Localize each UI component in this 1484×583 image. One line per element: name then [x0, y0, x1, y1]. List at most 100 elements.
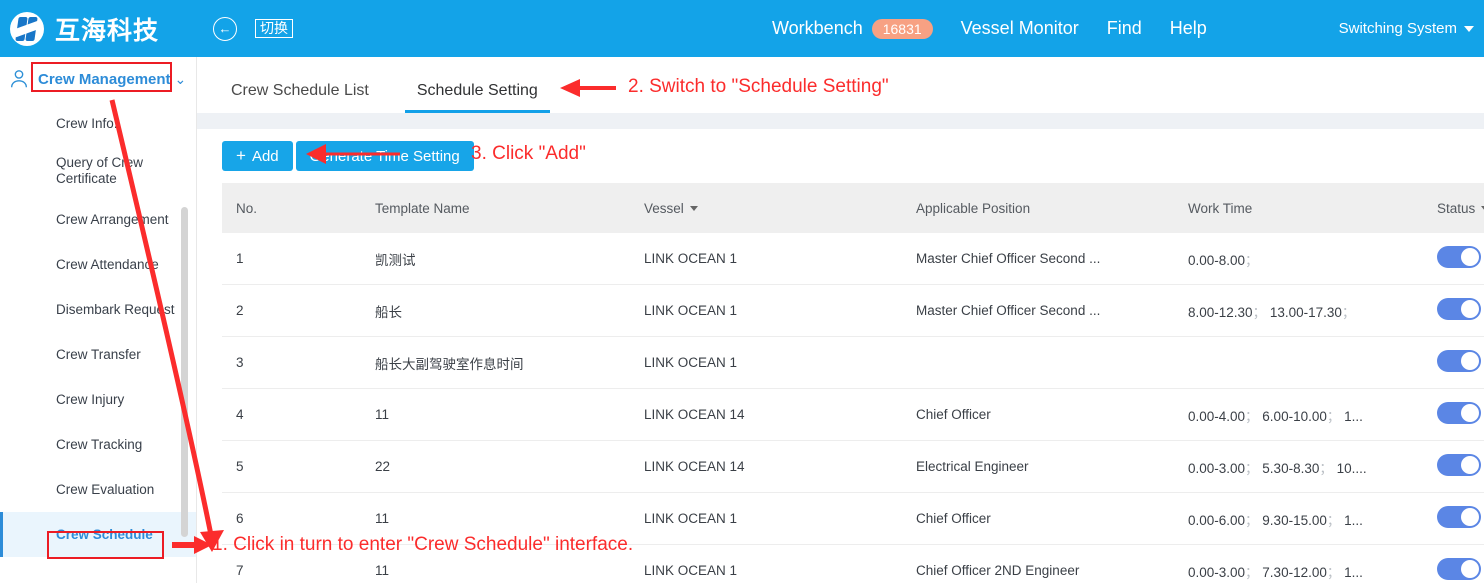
sidebar-item-crew-info[interactable]: Crew Info.	[0, 101, 196, 146]
table-row[interactable]: 1 凯测试 LINK OCEAN 1 Master Chief Officer Sec…	[222, 233, 1484, 285]
cell-no: 2	[222, 284, 361, 337]
back-arrow-icon[interactable]: ←	[213, 16, 238, 41]
cell-template-name: 11	[361, 492, 630, 545]
plus-icon: +	[236, 146, 246, 165]
tab-crew-schedule-list[interactable]: Crew Schedule List	[219, 82, 381, 113]
column-label: Vessel	[644, 200, 684, 216]
status-toggle[interactable]	[1437, 246, 1481, 268]
status-toggle[interactable]	[1437, 350, 1481, 372]
table-header: No. Template Name Vessel Applicable Posi…	[222, 183, 1484, 233]
add-button[interactable]: + Add	[222, 141, 293, 171]
schedule-setting-table: No. Template Name Vessel Applicable Posi…	[222, 183, 1484, 583]
column-header-work-time: Work Time	[1174, 183, 1423, 233]
cell-template-name: 船长大副驾驶室作息时间	[361, 336, 630, 389]
add-button-label: Add	[251, 147, 279, 165]
cell-vessel: LINK OCEAN 1	[630, 492, 902, 545]
sidebar-group-crew-management[interactable]: Crew Management ⌄	[0, 57, 196, 101]
cell-no: 1	[222, 233, 361, 285]
tab-bar: Crew Schedule List Schedule Setting	[197, 57, 1484, 113]
cell-status	[1423, 544, 1484, 583]
workbench-count-badge: 16831	[871, 18, 933, 39]
cell-template-name: 11	[361, 388, 630, 441]
main-content: Crew Schedule List Schedule Setting + Ad…	[197, 57, 1484, 583]
cell-vessel: LINK OCEAN 1	[630, 233, 902, 285]
table-row[interactable]: 6 11 LINK OCEAN 1 Chief Officer 0.00-6.00； 9…	[222, 492, 1484, 545]
nav-item-find[interactable]: Find	[1107, 18, 1142, 39]
column-label: Work Time	[1188, 200, 1253, 216]
cell-status	[1423, 388, 1484, 441]
cell-status	[1423, 440, 1484, 493]
tab-schedule-setting[interactable]: Schedule Setting	[404, 82, 550, 113]
status-toggle[interactable]	[1437, 454, 1481, 476]
cell-vessel: LINK OCEAN 1	[630, 284, 902, 337]
column-header-vessel[interactable]: Vessel	[630, 183, 902, 233]
cell-status	[1423, 233, 1484, 285]
column-header-applicable-position: Applicable Position	[902, 183, 1174, 233]
column-label: No.	[236, 200, 258, 216]
brand-name: 互海科技	[55, 16, 160, 45]
brand-logo[interactable]: 互海科技	[10, 11, 159, 47]
sidebar-item-query-of-crew-certificate[interactable]: Query of Crew Certificate	[0, 146, 196, 197]
cell-template-name: 凯测试	[361, 233, 630, 285]
cell-applicable-position: Chief Officer 2ND Engineer	[902, 544, 1174, 583]
cell-template-name: 22	[361, 440, 630, 493]
cell-no: 3	[222, 336, 361, 389]
column-header-template-name: Template Name	[361, 183, 630, 233]
cell-applicable-position: Electrical Engineer	[902, 440, 1174, 493]
cell-template-name: 11	[361, 544, 630, 583]
column-header-status[interactable]: Status	[1423, 183, 1484, 233]
cell-no: 6	[222, 492, 361, 545]
table-row[interactable]: 5 22 LINK OCEAN 14 Electrical Engineer 0.00-…	[222, 440, 1484, 493]
status-toggle[interactable]	[1437, 402, 1481, 424]
sidebar-item-crew-tracking[interactable]: Crew Tracking	[0, 422, 196, 467]
column-label: Status	[1437, 200, 1476, 216]
sidebar-item-crew-attendance[interactable]: Crew Attendance	[0, 242, 196, 287]
sidebar-item-crew-injury[interactable]: Crew Injury	[0, 377, 196, 422]
person-icon	[8, 68, 30, 90]
sidebar-item-disembark-request[interactable]: Disembark Request	[0, 287, 196, 332]
sidebar-item-crew-transfer[interactable]: Crew Transfer	[0, 332, 196, 377]
column-label: Template Name	[375, 200, 470, 216]
sort-caret-icon[interactable]	[689, 206, 698, 212]
status-toggle[interactable]	[1437, 298, 1481, 320]
nav-item-help[interactable]: Help	[1170, 18, 1207, 39]
cell-work-time: 0.00-4.00； 6.00-10.00； 1...	[1174, 388, 1423, 441]
top-header-bar: 互海科技 ← 切换 Workbench 16831 Vessel Monitor…	[0, 0, 1484, 57]
top-navigation: Workbench 16831 Vessel Monitor Find Help	[772, 0, 1235, 57]
sidebar-item-crew-schedule[interactable]: Crew Schedule	[0, 512, 196, 557]
cell-applicable-position	[902, 336, 1174, 389]
cell-work-time: 0.00-3.00； 7.30-12.00； 1...	[1174, 544, 1423, 583]
switch-button[interactable]: 切换	[255, 18, 294, 39]
nav-item-workbench[interactable]: Workbench 16831	[772, 18, 933, 39]
sidebar-item-crew-arrangement[interactable]: Crew Arrangement	[0, 197, 196, 242]
cell-status	[1423, 336, 1484, 389]
chevron-down-icon: ⌄	[174, 70, 187, 87]
cell-no: 7	[222, 544, 361, 583]
cell-applicable-position: Master Chief Officer Second ...	[902, 284, 1174, 337]
cell-applicable-position: Master Chief Officer Second ...	[902, 233, 1174, 285]
sidebar: Crew Management ⌄ Crew Info. Query of Cr…	[0, 57, 197, 583]
table-header-row: No. Template Name Vessel Applicable Posi…	[222, 183, 1484, 233]
cell-work-time: 8.00-12.30； 13.00-17.30；	[1174, 284, 1423, 337]
chevron-down-icon	[1464, 25, 1474, 32]
cell-vessel: LINK OCEAN 14	[630, 388, 902, 441]
sidebar-scrollbar[interactable]	[181, 207, 188, 537]
nav-item-vessel-monitor[interactable]: Vessel Monitor	[961, 18, 1079, 39]
status-toggle[interactable]	[1437, 558, 1481, 580]
cell-vessel: LINK OCEAN 14	[630, 440, 902, 493]
section-divider-band	[197, 113, 1484, 129]
cell-status	[1423, 284, 1484, 337]
cell-work-time: 0.00-3.00； 5.30-8.30； 10....	[1174, 440, 1423, 493]
table-row[interactable]: 3 船长大副驾驶室作息时间 LINK OCEAN 1	[222, 336, 1484, 389]
table-row[interactable]: 2 船长 LINK OCEAN 1 Master Chief Officer Seco…	[222, 284, 1484, 337]
cell-template-name: 船长	[361, 284, 630, 337]
status-toggle[interactable]	[1437, 506, 1481, 528]
table-row[interactable]: 4 11 LINK OCEAN 14 Chief Officer 0.00-4.00； …	[222, 388, 1484, 441]
sidebar-item-crew-evaluation[interactable]: Crew Evaluation	[0, 467, 196, 512]
company-logo-icon	[10, 11, 44, 46]
generate-time-setting-button[interactable]: Generate Time Setting	[295, 141, 474, 171]
switching-system-menu[interactable]: Switching System	[1339, 0, 1474, 57]
table-row[interactable]: 7 11 LINK OCEAN 1 Chief Officer 2ND Enginee…	[222, 544, 1484, 583]
cell-status	[1423, 492, 1484, 545]
toolbar: + Add Generate Time Setting	[197, 129, 1484, 183]
